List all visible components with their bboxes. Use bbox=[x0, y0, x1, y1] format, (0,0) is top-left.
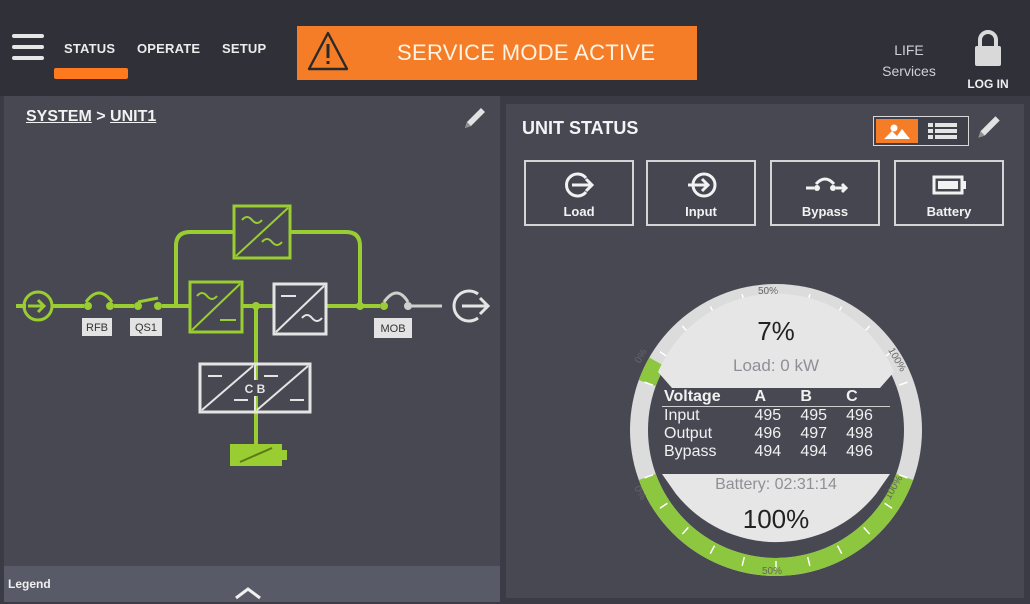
unit-status-title: UNIT STATUS bbox=[522, 118, 639, 138]
service-mode-banner: SERVICE MODE ACTIVE bbox=[297, 26, 697, 80]
tab-status[interactable]: STATUS bbox=[64, 41, 115, 56]
load-kw-text: Load: 0 kW bbox=[733, 356, 819, 375]
ups-screen: STATUS OPERATE SETUP SERVICE MODE ACTIVE… bbox=[0, 0, 1030, 604]
graphic-view-icon bbox=[884, 124, 910, 139]
output-icon[interactable] bbox=[452, 289, 491, 323]
legend-bar[interactable]: Legend bbox=[4, 566, 500, 602]
login-label: LOG IN bbox=[967, 77, 1009, 91]
static-switch[interactable] bbox=[232, 204, 292, 260]
mob-label: MOB bbox=[380, 323, 405, 335]
phase-b-header: B bbox=[798, 388, 845, 407]
row-label: Input bbox=[664, 407, 700, 424]
voltage-header: Voltage bbox=[662, 388, 753, 407]
input-button[interactable]: Input bbox=[646, 160, 756, 226]
dc-converter[interactable]: C B bbox=[198, 362, 312, 414]
life-services-link[interactable]: LIFE Services bbox=[878, 40, 940, 82]
phase-a-header: A bbox=[752, 388, 799, 407]
input-icon[interactable] bbox=[16, 290, 54, 322]
scale-bottom-50: 50% bbox=[762, 566, 782, 577]
view-toggle bbox=[873, 116, 969, 146]
load-button[interactable]: Load bbox=[524, 160, 634, 226]
cell-c: 496 bbox=[846, 407, 873, 424]
lock-icon bbox=[975, 30, 1001, 66]
cell-a: 494 bbox=[754, 443, 782, 460]
load-battery-gauge: 50% 0% 100% 0% 50% 100% 7% Load: 0 kW Vo… bbox=[626, 280, 926, 580]
life-label: LIFE bbox=[894, 42, 924, 58]
list-view-icon bbox=[928, 123, 957, 139]
system-diagram-panel: SYSTEM > UNIT1 RFB QS1 MOB C B Legend bbox=[4, 96, 500, 602]
voltage-table: Voltage A B C Input 495 495 496 Output 4… bbox=[662, 388, 890, 461]
cell-a: 495 bbox=[754, 407, 782, 424]
row-label: Output bbox=[664, 425, 713, 442]
load-icon bbox=[565, 172, 595, 198]
rectifier[interactable] bbox=[188, 280, 244, 334]
edit-icon[interactable] bbox=[972, 112, 1004, 144]
tab-setup[interactable]: SETUP bbox=[222, 41, 266, 56]
chevron-up-icon[interactable] bbox=[234, 586, 262, 600]
bypass-path bbox=[174, 230, 362, 306]
login-button[interactable]: LOG IN bbox=[962, 30, 1014, 91]
inverter[interactable] bbox=[272, 282, 328, 336]
bypass-icon bbox=[806, 177, 849, 194]
battery-percent: 100% bbox=[742, 504, 810, 534]
qs1-switch[interactable]: QS1 bbox=[130, 296, 162, 336]
cell-a: 496 bbox=[754, 425, 782, 442]
scale-top-50: 50% bbox=[758, 286, 778, 297]
cb-label: C B bbox=[245, 382, 266, 396]
battery-button-label: Battery bbox=[926, 204, 972, 219]
battery-icon bbox=[932, 175, 966, 195]
input-icon bbox=[688, 172, 717, 198]
bypass-button[interactable]: Bypass bbox=[770, 160, 880, 226]
table-row: Bypass 494 494 496 bbox=[662, 443, 890, 461]
table-row: Output 496 497 498 bbox=[662, 425, 890, 443]
input-button-label: Input bbox=[685, 204, 717, 219]
rfb-breaker[interactable]: RFB bbox=[82, 291, 114, 336]
qs1-label: QS1 bbox=[135, 322, 157, 334]
top-bar: STATUS OPERATE SETUP SERVICE MODE ACTIVE… bbox=[0, 0, 1030, 96]
warning-icon bbox=[307, 31, 349, 71]
mob-breaker[interactable]: MOB bbox=[356, 291, 412, 338]
single-line-diagram: RFB QS1 MOB C B bbox=[16, 204, 491, 466]
table-row: Input 495 495 496 bbox=[662, 407, 890, 426]
graphic-view-button[interactable] bbox=[876, 119, 918, 143]
load-button-label: Load bbox=[563, 204, 595, 219]
voltage-header-row: Voltage A B C bbox=[662, 388, 890, 407]
battery-button[interactable]: Battery bbox=[894, 160, 1004, 226]
bypass-button-label: Bypass bbox=[801, 204, 849, 219]
junction-dot bbox=[252, 302, 260, 310]
battery-runtime-text: Battery: 02:31:14 bbox=[715, 476, 837, 493]
cell-b: 497 bbox=[800, 425, 828, 442]
load-percent: 7% bbox=[757, 316, 795, 346]
unit-status-panel: UNIT STATUS Load Input Bypass Battery 50… bbox=[506, 104, 1024, 598]
rfb-label: RFB bbox=[86, 322, 108, 334]
menu-icon[interactable] bbox=[12, 34, 44, 60]
phase-c-header: C bbox=[844, 388, 890, 407]
cell-c: 496 bbox=[846, 443, 873, 460]
services-label: Services bbox=[882, 63, 936, 79]
cell-c: 498 bbox=[846, 425, 873, 442]
legend-label[interactable]: Legend bbox=[8, 577, 51, 591]
cell-b: 494 bbox=[800, 443, 828, 460]
row-label: Bypass bbox=[664, 443, 717, 460]
banner-text: SERVICE MODE ACTIVE bbox=[397, 40, 656, 65]
list-view-button[interactable] bbox=[922, 119, 964, 143]
battery-block[interactable] bbox=[230, 444, 287, 466]
cell-b: 495 bbox=[800, 407, 828, 424]
tab-operate[interactable]: OPERATE bbox=[137, 41, 200, 56]
active-tab-indicator bbox=[54, 68, 128, 79]
